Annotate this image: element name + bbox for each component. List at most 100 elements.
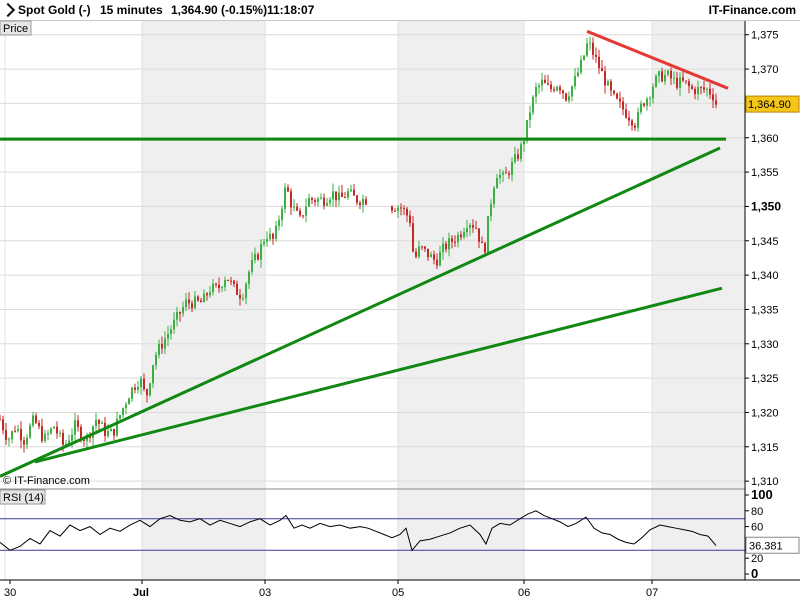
candle-b-candle-64: [583, 55, 585, 60]
candle-a-candle-61: [182, 307, 184, 314]
candle-b-candle-33: [490, 204, 492, 217]
candle-b-candle-97: [682, 77, 684, 81]
candle-a-candle-67: [200, 300, 202, 303]
candle-a-candle-54: [161, 343, 163, 349]
candle-a-candle-7: [20, 428, 22, 441]
candle-a-candle-81: [242, 298, 244, 300]
candle-a-candle-106: [317, 198, 319, 202]
price-tick-label-3: 1,325: [751, 373, 779, 385]
candle-a-candle-76: [227, 279, 229, 281]
candle-b-candle-84: [643, 103, 645, 106]
rsi-tick-label-1: 20: [751, 553, 763, 565]
candle-b-candle-5: [406, 208, 408, 216]
candle-b-candle-102: [697, 87, 699, 95]
candle-b-candle-48: [535, 87, 537, 97]
candle-a-candle-19: [56, 426, 58, 434]
candle-b-candle-81: [634, 125, 636, 128]
candle-a-candle-58: [173, 319, 175, 330]
candle-b-candle-43: [520, 144, 522, 159]
candle-a-candle-18: [53, 426, 55, 429]
price-tick-label-10: 1,360: [751, 133, 779, 145]
candle-b-candle-86: [649, 98, 651, 100]
candle-b-candle-20: [451, 238, 453, 242]
session-band-2: [652, 21, 745, 580]
rsi-tick-label-5: 100: [751, 487, 773, 502]
candle-a-candle-70: [209, 292, 211, 296]
candle-b-candle-63: [580, 59, 582, 73]
candle-b-candle-21: [454, 241, 456, 243]
candle-b-candle-67: [592, 42, 594, 55]
price-tick-label-5: 1,335: [751, 304, 779, 316]
candle-a-candle-97: [290, 191, 292, 208]
candle-a-candle-46: [137, 386, 139, 390]
candle-b-candle-82: [637, 112, 639, 128]
candle-a-candle-20: [59, 432, 61, 434]
candle-b-candle-10: [421, 246, 423, 248]
candle-a-candle-60: [179, 311, 181, 314]
candle-a-candle-32: [95, 419, 97, 427]
candle-a-candle-74: [221, 287, 223, 289]
candle-a-candle-2: [5, 430, 7, 440]
candle-a-candle-38: [113, 428, 115, 436]
candle-a-candle-43: [128, 398, 130, 405]
candle-a-candle-89: [266, 238, 268, 242]
candle-b-candle-65: [586, 43, 588, 56]
candle-b-candle-106: [709, 88, 711, 95]
price-tick-label-9: 1,355: [751, 167, 779, 179]
candle-b-candle-14: [433, 254, 435, 260]
candle-b-candle-49: [538, 85, 540, 88]
candle-b-candle-77: [622, 101, 624, 110]
candle-b-candle-15: [436, 259, 438, 266]
candle-b-candle-31: [484, 243, 486, 253]
price-panel-label: Price: [3, 23, 28, 35]
candle-a-candle-10: [29, 425, 31, 438]
watermark-label: © IT-Finance.com: [3, 475, 90, 487]
candle-a-candle-44: [131, 387, 133, 399]
candle-a-candle-37: [110, 428, 112, 432]
candle-b-candle-44: [523, 140, 525, 145]
candle-a-candle-116: [347, 191, 349, 198]
candle-a-candle-115: [344, 196, 346, 198]
candle-b-candle-17: [442, 243, 444, 253]
candle-b-candle-41: [514, 154, 516, 163]
candle-a-candle-107: [320, 197, 322, 199]
candle-a-candle-84: [251, 260, 253, 272]
candle-b-candle-0: [391, 206, 393, 211]
candle-a-candle-101: [302, 215, 304, 217]
candle-b-candle-73: [610, 81, 612, 91]
candle-b-candle-30: [481, 241, 483, 244]
candle-b-candle-107: [712, 94, 714, 101]
candle-b-candle-1: [394, 210, 396, 212]
candle-b-candle-90: [661, 71, 663, 82]
candle-b-candle-88: [655, 75, 657, 87]
candle-a-candle-68: [203, 293, 205, 303]
candle-a-candle-13: [38, 422, 40, 427]
candle-b-candle-83: [640, 103, 642, 113]
candle-a-candle-41: [122, 408, 124, 416]
candle-b-candle-24: [463, 232, 465, 238]
candle-a-candle-113: [338, 192, 340, 201]
candle-b-candle-8: [415, 251, 417, 257]
candle-a-candle-50: [149, 383, 151, 396]
candle-b-candle-80: [631, 120, 633, 126]
candle-b-candle-78: [625, 109, 627, 118]
candle-b-candle-23: [460, 234, 462, 238]
price-tick-label-6: 1,340: [751, 270, 779, 282]
candle-b-candle-22: [457, 234, 459, 243]
candle-b-candle-103: [700, 87, 702, 89]
candle-a-candle-120: [359, 202, 361, 206]
candle-a-candle-4: [11, 431, 13, 440]
candle-a-candle-119: [356, 195, 358, 203]
candle-b-candle-101: [694, 88, 696, 95]
candle-a-candle-64: [191, 303, 193, 309]
last-rsi-label: 36.381: [749, 540, 783, 552]
candle-a-candle-109: [326, 203, 328, 206]
session-bands: [0, 21, 745, 580]
candle-b-candle-96: [679, 77, 681, 88]
candle-b-candle-76: [619, 98, 621, 102]
candle-a-candle-33: [98, 419, 100, 424]
candle-b-candle-16: [439, 252, 441, 266]
candle-a-candle-63: [188, 299, 190, 304]
candle-a-candle-114: [341, 192, 343, 197]
candle-a-candle-52: [155, 354, 157, 366]
